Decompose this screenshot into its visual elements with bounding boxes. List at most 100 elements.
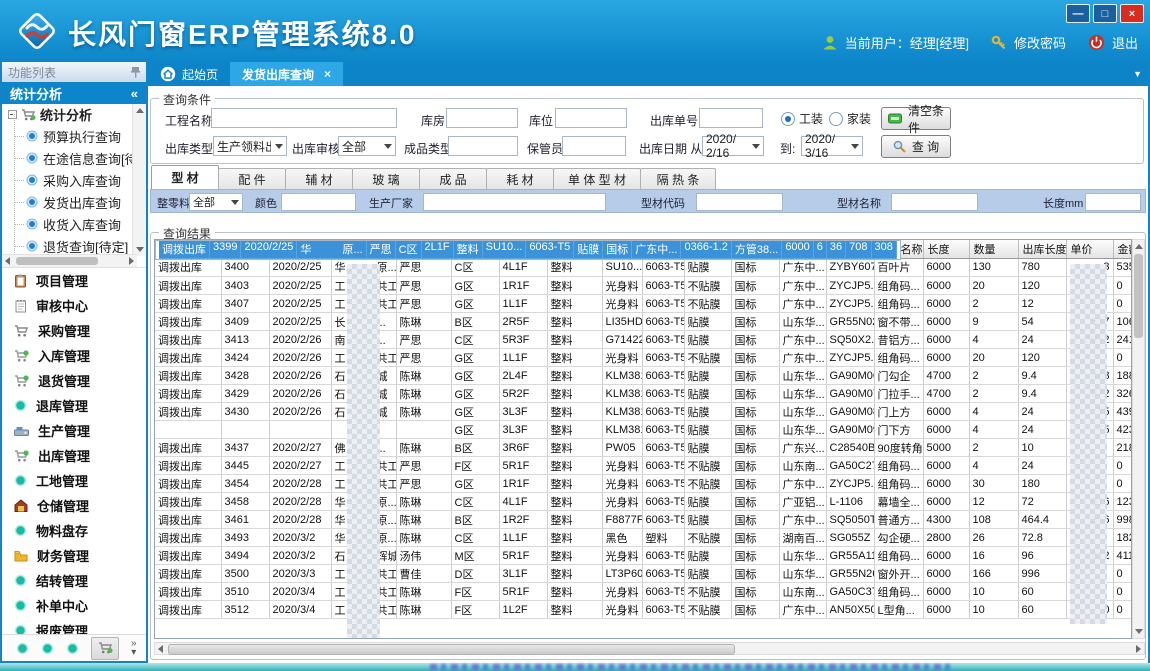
scroll-down-icon[interactable] <box>1135 629 1143 634</box>
section-bar-statistics[interactable]: 统计分析 « <box>2 82 146 104</box>
table-row[interactable]: 调拨出库35102020/3/4工共工程陈琳F区5R1F整料光身料6063-T5… <box>155 583 1132 601</box>
sidebar-item-入库管理[interactable]: 入库管理 <box>2 343 146 368</box>
profile-name-input[interactable] <box>891 193 978 211</box>
cart-button[interactable] <box>91 637 119 660</box>
tab-home[interactable]: 起始页 <box>148 62 230 86</box>
tab-material-3[interactable]: 辅 材 <box>285 168 353 189</box>
whole-part-select[interactable]: 全部 <box>189 193 243 211</box>
collapse-icon[interactable]: « <box>131 86 138 101</box>
sidebar-item-审核中心[interactable]: 审核中心 <box>2 293 146 318</box>
radio-homewear[interactable]: 家装 <box>829 110 871 127</box>
pin-icon[interactable] <box>131 66 140 78</box>
tab-material-8[interactable]: 隔 热 条 <box>640 168 716 189</box>
table-row[interactable]: G区3L3F整料KLM38176063-T5贴膜国标山东华...GA90M09.… <box>155 421 1132 439</box>
dot-icon[interactable] <box>16 642 29 655</box>
scroll-right-icon[interactable] <box>1136 645 1141 653</box>
out-type-select[interactable]: 生产领料出库 <box>213 136 287 156</box>
table-row[interactable]: 调拨出库34372020/2/27佛...陈琳B区3R6F整料PW056063-… <box>155 439 1132 457</box>
footer-more-button[interactable]: »▾ <box>131 639 137 657</box>
sidebar-item-退货管理[interactable]: 退货管理 <box>2 368 146 393</box>
tree-horizontal-scrollbar[interactable] <box>2 254 137 267</box>
table-row[interactable]: 调拨出库34282020/2/26石城陈琳G区2L4F整料KLM38176063… <box>155 367 1132 385</box>
scroll-left-icon[interactable] <box>5 257 10 265</box>
sidebar-item-补单中心[interactable]: 补单中心 <box>2 593 146 618</box>
sidebar-item-采购管理[interactable]: 采购管理 <box>2 318 146 343</box>
tab-material-5[interactable]: 成 品 <box>419 168 487 189</box>
table-row[interactable]: 调拨出库34032020/2/25工共工程严思G区1R1F整料光身料6063-T… <box>155 277 1132 295</box>
warehouse-input[interactable] <box>446 108 518 128</box>
profile-code-input[interactable] <box>696 193 783 211</box>
scrollbar-thumb[interactable] <box>1134 254 1143 338</box>
column-header-出库长度[interactable]: 出库长度 <box>1018 240 1066 258</box>
date-from-picker[interactable]: 2020/ 2/16 <box>702 136 764 156</box>
date-to-picker[interactable]: 2020/ 3/16 <box>801 136 863 156</box>
keeper-input[interactable] <box>562 136 626 156</box>
dot-icon[interactable] <box>66 642 79 655</box>
project-name-input[interactable] <box>211 108 397 128</box>
sidebar-item-退库管理[interactable]: 退库管理 <box>2 393 146 418</box>
tab-material-1[interactable]: 型 材 <box>151 165 219 189</box>
sidebar-item-工地管理[interactable]: 工地管理 <box>2 468 146 493</box>
table-row[interactable]: 调拨出库34292020/2/26石城陈琳G区5R2F整料KLM38176063… <box>155 385 1132 403</box>
sidebar-item-生产管理[interactable]: 生产管理 <box>2 418 146 443</box>
change-password-link[interactable]: 修改密码 <box>1014 33 1066 52</box>
color-input[interactable] <box>281 193 356 211</box>
product-type-input[interactable] <box>448 136 518 156</box>
table-vertical-scrollbar[interactable] <box>1132 239 1145 639</box>
sidebar-item-财务管理[interactable]: 财务管理 <box>2 543 146 568</box>
table-row[interactable]: 调拨出库34302020/2/26石城陈琳G区3L3F整料KLM38176063… <box>155 403 1132 421</box>
table-row[interactable]: 调拨出库35122020/3/4工共工程陈琳F区1L2F整料光身料6063-T5… <box>155 601 1132 619</box>
table-row[interactable]: 调拨出库34582020/2/28华原...陈琳C区4L1F整料光身料6063-… <box>155 493 1132 511</box>
scroll-up-icon[interactable] <box>1135 244 1143 249</box>
sidebar-item-结转管理[interactable]: 结转管理 <box>2 568 146 593</box>
column-header-数量[interactable]: 数量 <box>969 240 1018 258</box>
clear-conditions-button[interactable]: 清空条件 <box>881 107 951 130</box>
dot-icon[interactable] <box>41 642 54 655</box>
close-button[interactable]: × <box>1120 4 1144 23</box>
table-row[interactable]: 调拨出库34942020/3/2石辉城汤伟M区5R1F整料光身料6063-T5贴… <box>155 547 1132 565</box>
length-input[interactable] <box>1085 193 1141 211</box>
sidebar-item-出库管理[interactable]: 出库管理 <box>2 443 146 468</box>
table-row[interactable]: 调拨出库35002020/3/3工共工程曹佳D区3L1F整料LT3P606063… <box>155 565 1132 583</box>
table-row[interactable]: 调拨出库34002020/2/25华原...严思C区4L1F整料SU10...6… <box>155 259 1132 277</box>
table-row[interactable]: 调拨出库34542020/2/28工共工程严思G区1R1F整料光身料6063-T… <box>155 475 1132 493</box>
table-row[interactable]: 调拨出库34072020/2/25工共工程严思G区1L1F整料光身料6063-T… <box>155 295 1132 313</box>
scroll-down-icon[interactable] <box>136 247 144 252</box>
table-row[interactable]: 调拨出库34092020/2/25长...陈琳B区2R5F整料LI35HD606… <box>155 313 1132 331</box>
scroll-right-icon[interactable] <box>129 257 134 265</box>
tab-material-7[interactable]: 单 体 型 材 <box>553 168 641 189</box>
table-row[interactable]: 调拨出库34612020/2/28华原...陈琳B区1R2F整料F8877FT6… <box>155 511 1132 529</box>
logout-link[interactable]: 退出 <box>1112 33 1138 52</box>
location-input[interactable] <box>555 108 627 128</box>
scrollbar-thumb[interactable] <box>168 644 735 655</box>
scrollbar-thumb[interactable] <box>16 257 98 265</box>
tab-shipment-query[interactable]: 发货出库查询 × <box>230 62 343 86</box>
radio-workwear[interactable]: 工装 <box>781 110 823 127</box>
order-no-input[interactable] <box>699 108 763 128</box>
manufacturer-input[interactable] <box>423 193 606 211</box>
table-row[interactable]: 调拨出库34132020/2/26南...严思C区5R3F整料G71422606… <box>155 331 1132 349</box>
table-row[interactable]: 调拨出库34242020/2/26工共工程严思G区1L1F整料光身料6063-T… <box>155 349 1132 367</box>
tab-material-6[interactable]: 耗 材 <box>486 168 554 189</box>
table-row[interactable]: 调拨出库34452020/2/27工共工程严思F区5R1F整料光身料6063-T… <box>155 457 1132 475</box>
table-row[interactable]: 调拨出库33992020/2/25华原...严思C区2L1F整料SU10...6… <box>155 240 901 260</box>
sidebar-item-仓储管理[interactable]: 仓储管理 <box>2 493 146 518</box>
search-button[interactable]: 查 询 <box>881 135 951 158</box>
tab-overflow-icon[interactable]: ▼ <box>1133 69 1142 79</box>
tree-vertical-scrollbar[interactable] <box>132 104 146 256</box>
sidebar-item-物料盘存[interactable]: 物料盘存 <box>2 518 146 543</box>
column-header-长度[interactable]: 长度 <box>923 240 969 258</box>
scroll-up-icon[interactable] <box>136 108 144 113</box>
column-header-金额[interactable]: 金额 <box>1113 240 1132 258</box>
table-horizontal-scrollbar[interactable] <box>154 642 1145 655</box>
minimize-button[interactable]: — <box>1066 4 1090 23</box>
scroll-left-icon[interactable] <box>158 645 163 653</box>
sidebar-item-项目管理[interactable]: 项目管理 <box>2 268 146 293</box>
maximize-button[interactable]: □ <box>1093 4 1117 23</box>
column-header-单价[interactable]: 单价 <box>1066 240 1113 258</box>
table-row[interactable]: 调拨出库34932020/3/2华原...陈琳C区1L1F整料黑色塑料不贴膜国标… <box>155 529 1132 547</box>
tab-material-2[interactable]: 配 件 <box>218 168 286 189</box>
audit-select[interactable]: 全部 <box>338 136 396 156</box>
tab-close-icon[interactable]: × <box>324 67 331 81</box>
tab-material-4[interactable]: 玻 璃 <box>352 168 420 189</box>
